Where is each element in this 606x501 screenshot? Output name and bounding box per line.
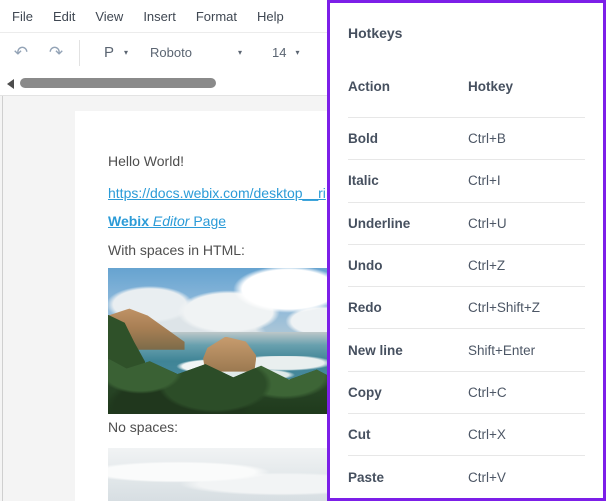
document-canvas: Hello World! https://docs.webix.com/desk… xyxy=(0,95,327,501)
hotkey-combo-label: Ctrl+Z xyxy=(468,258,505,273)
hotkeys-panel: Hotkeys Action Hotkey Bold Ctrl+B Italic… xyxy=(327,0,606,501)
column-header-hotkey: Hotkey xyxy=(468,79,513,94)
canvas-left-edge xyxy=(2,96,3,501)
hotkey-combo-label: Ctrl+U xyxy=(468,216,507,231)
menu-edit[interactable]: Edit xyxy=(53,9,75,24)
mountain-silhouette-photo[interactable] xyxy=(108,448,340,501)
hotkey-action-label: Italic xyxy=(348,173,468,188)
hotkey-action-label: Paste xyxy=(348,470,468,485)
menu-help[interactable]: Help xyxy=(257,9,284,24)
rich-text-editor-app: File Edit View Insert Format Help ↶ ↷ P … xyxy=(0,0,606,501)
hotkeys-table-header: Action Hotkey xyxy=(348,79,585,94)
font-family-dropdown[interactable]: Roboto ▾ xyxy=(150,45,242,60)
hotkey-combo-label: Shift+Enter xyxy=(468,343,535,358)
hotkey-combo-label: Ctrl+Shift+Z xyxy=(468,300,540,315)
toolbar-divider xyxy=(79,40,80,66)
table-row: Bold Ctrl+B xyxy=(348,117,585,159)
hotkey-rows: Bold Ctrl+B Italic Ctrl+I Underline Ctrl… xyxy=(348,117,585,498)
table-row: New line Shift+Enter xyxy=(348,328,585,370)
scrollbar-thumb[interactable] xyxy=(20,78,216,88)
link-regular-part: Page xyxy=(189,213,226,229)
hotkey-action-label: Cut xyxy=(348,427,468,442)
webix-editor-page-link[interactable]: Webix Editor Page xyxy=(108,213,226,229)
url-link[interactable]: https://docs.webix.com/desktop__ri xyxy=(108,185,326,201)
undo-icon[interactable]: ↶ xyxy=(12,44,30,61)
menu-format[interactable]: Format xyxy=(196,9,237,24)
document-page[interactable]: Hello World! https://docs.webix.com/desk… xyxy=(75,111,335,501)
table-row: Copy Ctrl+C xyxy=(348,371,585,413)
hotkey-action-label: Copy xyxy=(348,385,468,400)
link-italic-part: Editor xyxy=(149,213,189,229)
paragraph-hello: Hello World! xyxy=(108,153,184,169)
paragraph-url-link: https://docs.webix.com/desktop__ri xyxy=(108,185,326,201)
chevron-down-icon: ▾ xyxy=(124,48,128,57)
table-row: Cut Ctrl+X xyxy=(348,413,585,455)
paragraph-with-spaces: With spaces in HTML: xyxy=(108,242,245,258)
horizontal-scrollbar[interactable] xyxy=(0,72,327,95)
paragraph-style-dropdown[interactable]: P ▾ xyxy=(104,44,128,61)
table-row: Redo Ctrl+Shift+Z xyxy=(348,286,585,328)
coastal-cliff-photo[interactable] xyxy=(108,268,340,414)
hotkey-combo-label: Ctrl+C xyxy=(468,385,507,400)
hotkey-combo-label: Ctrl+V xyxy=(468,470,506,485)
hotkey-action-label: Bold xyxy=(348,131,468,146)
toolbar: ↶ ↷ P ▾ Roboto ▾ 14 ▾ xyxy=(0,33,327,72)
chevron-down-icon: ▾ xyxy=(238,48,242,57)
paragraph-webix-link: Webix Editor Page xyxy=(108,213,226,229)
chevron-down-icon: ▾ xyxy=(296,48,300,57)
font-size-dropdown[interactable]: 14 ▾ xyxy=(272,45,299,60)
paragraph-style-label: P xyxy=(104,44,114,61)
hotkey-action-label: Underline xyxy=(348,216,468,231)
table-row: Underline Ctrl+U xyxy=(348,202,585,244)
menu-file[interactable]: File xyxy=(12,9,33,24)
column-header-action: Action xyxy=(348,79,468,94)
scroll-left-arrow-icon[interactable] xyxy=(7,79,14,89)
menu-insert[interactable]: Insert xyxy=(143,9,176,24)
table-row: Paste Ctrl+V xyxy=(348,455,585,497)
table-row: Undo Ctrl+Z xyxy=(348,244,585,286)
font-size-value: 14 xyxy=(272,45,286,60)
hotkey-action-label: New line xyxy=(348,343,468,358)
hotkey-combo-label: Ctrl+B xyxy=(468,131,506,146)
menubar: File Edit View Insert Format Help xyxy=(0,0,327,33)
font-family-value: Roboto xyxy=(150,45,192,60)
hotkey-action-label: Undo xyxy=(348,258,468,273)
photo2-sky xyxy=(108,448,340,501)
link-bold-part: Webix xyxy=(108,213,149,229)
hotkey-action-label: Redo xyxy=(348,300,468,315)
editor-region: File Edit View Insert Format Help ↶ ↷ P … xyxy=(0,0,327,501)
paragraph-no-spaces: No spaces: xyxy=(108,419,178,435)
menu-view[interactable]: View xyxy=(95,9,123,24)
hotkey-combo-label: Ctrl+I xyxy=(468,173,501,188)
hotkeys-panel-title: Hotkeys xyxy=(348,25,402,41)
table-row: Italic Ctrl+I xyxy=(348,159,585,201)
redo-icon[interactable]: ↷ xyxy=(47,44,65,61)
hotkey-combo-label: Ctrl+X xyxy=(468,427,506,442)
